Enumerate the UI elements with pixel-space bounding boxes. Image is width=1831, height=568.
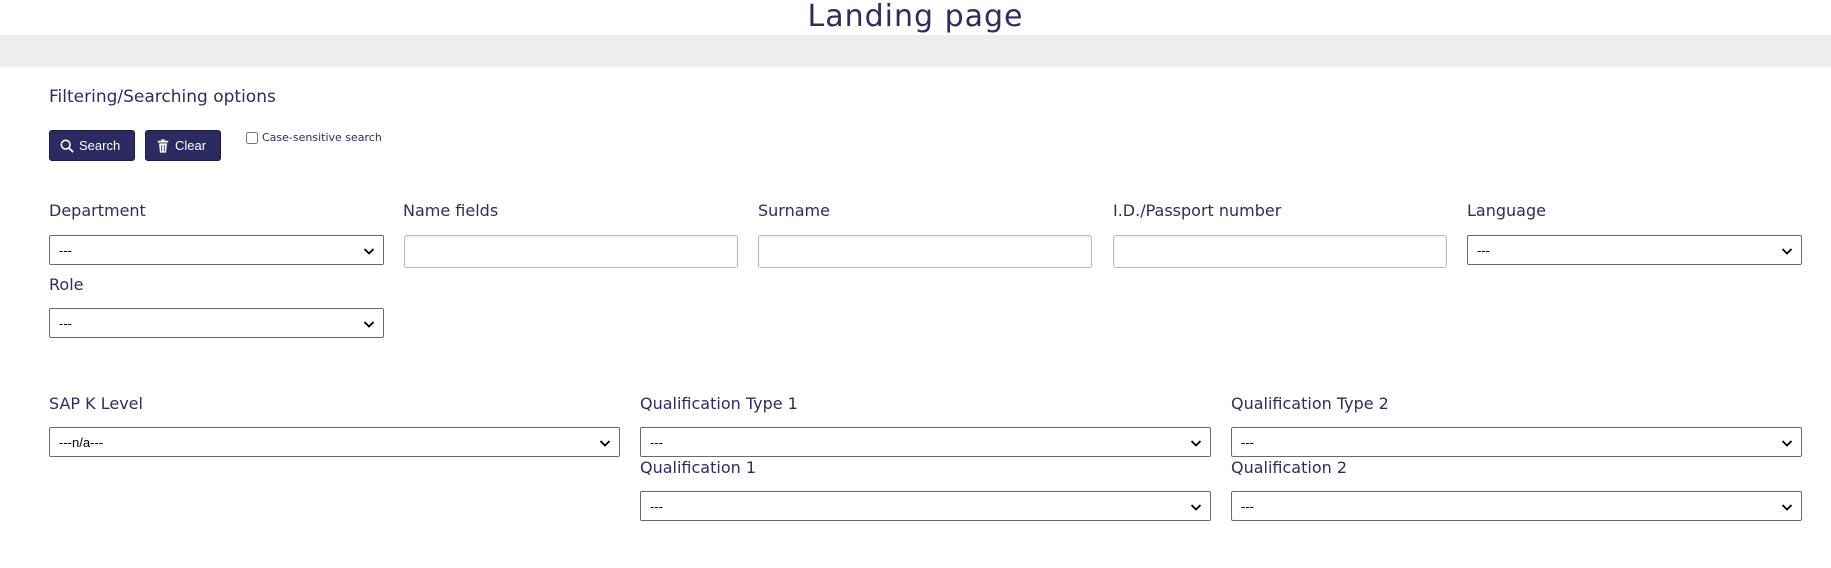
qualification-1-select-value: --- [650, 498, 663, 514]
trash-icon [157, 138, 169, 153]
chevron-down-icon [363, 248, 375, 255]
sap-k-level-select-value: ---n/a--- [59, 434, 104, 450]
chevron-down-icon [1781, 504, 1793, 511]
qualification-2-label: Qualification 2 [1231, 458, 1348, 477]
name-fields-input[interactable] [404, 235, 738, 268]
chevron-down-icon [363, 321, 375, 328]
role-select-value: --- [59, 315, 72, 331]
case-sensitive-option[interactable]: Case-sensitive search [246, 131, 382, 144]
qualification-1-select[interactable]: --- [640, 491, 1211, 521]
filter-section-heading: Filtering/Searching options [49, 87, 276, 107]
case-sensitive-label: Case-sensitive search [262, 131, 382, 144]
qualification-type-2-select-value: --- [1241, 434, 1254, 450]
name-fields-label: Name fields [403, 201, 499, 220]
department-select-value: --- [59, 242, 72, 258]
qualification-type-1-select-value: --- [650, 434, 663, 450]
surname-label: Surname [758, 201, 830, 220]
chevron-down-icon [1781, 248, 1793, 255]
qualification-2-select-value: --- [1241, 498, 1254, 514]
qualification-2-select[interactable]: --- [1231, 491, 1802, 521]
chevron-down-icon [599, 440, 611, 447]
clear-button-label: Clear [175, 138, 207, 153]
id-passport-label: I.D./Passport number [1113, 201, 1282, 220]
qualification-type-1-label: Qualification Type 1 [640, 394, 798, 413]
chevron-down-icon [1190, 504, 1202, 511]
case-sensitive-checkbox[interactable] [246, 131, 258, 144]
department-label: Department [49, 201, 146, 220]
surname-input[interactable] [758, 235, 1092, 268]
clear-button[interactable]: Clear [145, 130, 221, 161]
id-passport-input[interactable] [1113, 235, 1447, 268]
chevron-down-icon [1190, 440, 1202, 447]
sap-k-level-label: SAP K Level [49, 394, 143, 413]
page-title: Landing page [807, 0, 1024, 34]
filter-panel: Filtering/Searching options Search Clear… [0, 67, 1831, 568]
sap-k-level-select[interactable]: ---n/a--- [49, 427, 620, 457]
role-label: Role [49, 275, 84, 294]
language-label: Language [1467, 201, 1546, 220]
role-select[interactable]: --- [49, 308, 384, 338]
language-select[interactable]: --- [1467, 235, 1802, 265]
search-button[interactable]: Search [49, 130, 135, 161]
qualification-1-label: Qualification 1 [640, 458, 757, 477]
search-button-label: Search [79, 138, 121, 153]
search-icon [60, 139, 74, 153]
qualification-type-2-select[interactable]: --- [1231, 427, 1802, 457]
chevron-down-icon [1781, 440, 1793, 447]
qualification-type-1-select[interactable]: --- [640, 427, 1211, 457]
qualification-type-2-label: Qualification Type 2 [1231, 394, 1389, 413]
language-select-value: --- [1477, 242, 1490, 258]
department-select[interactable]: --- [49, 235, 384, 265]
